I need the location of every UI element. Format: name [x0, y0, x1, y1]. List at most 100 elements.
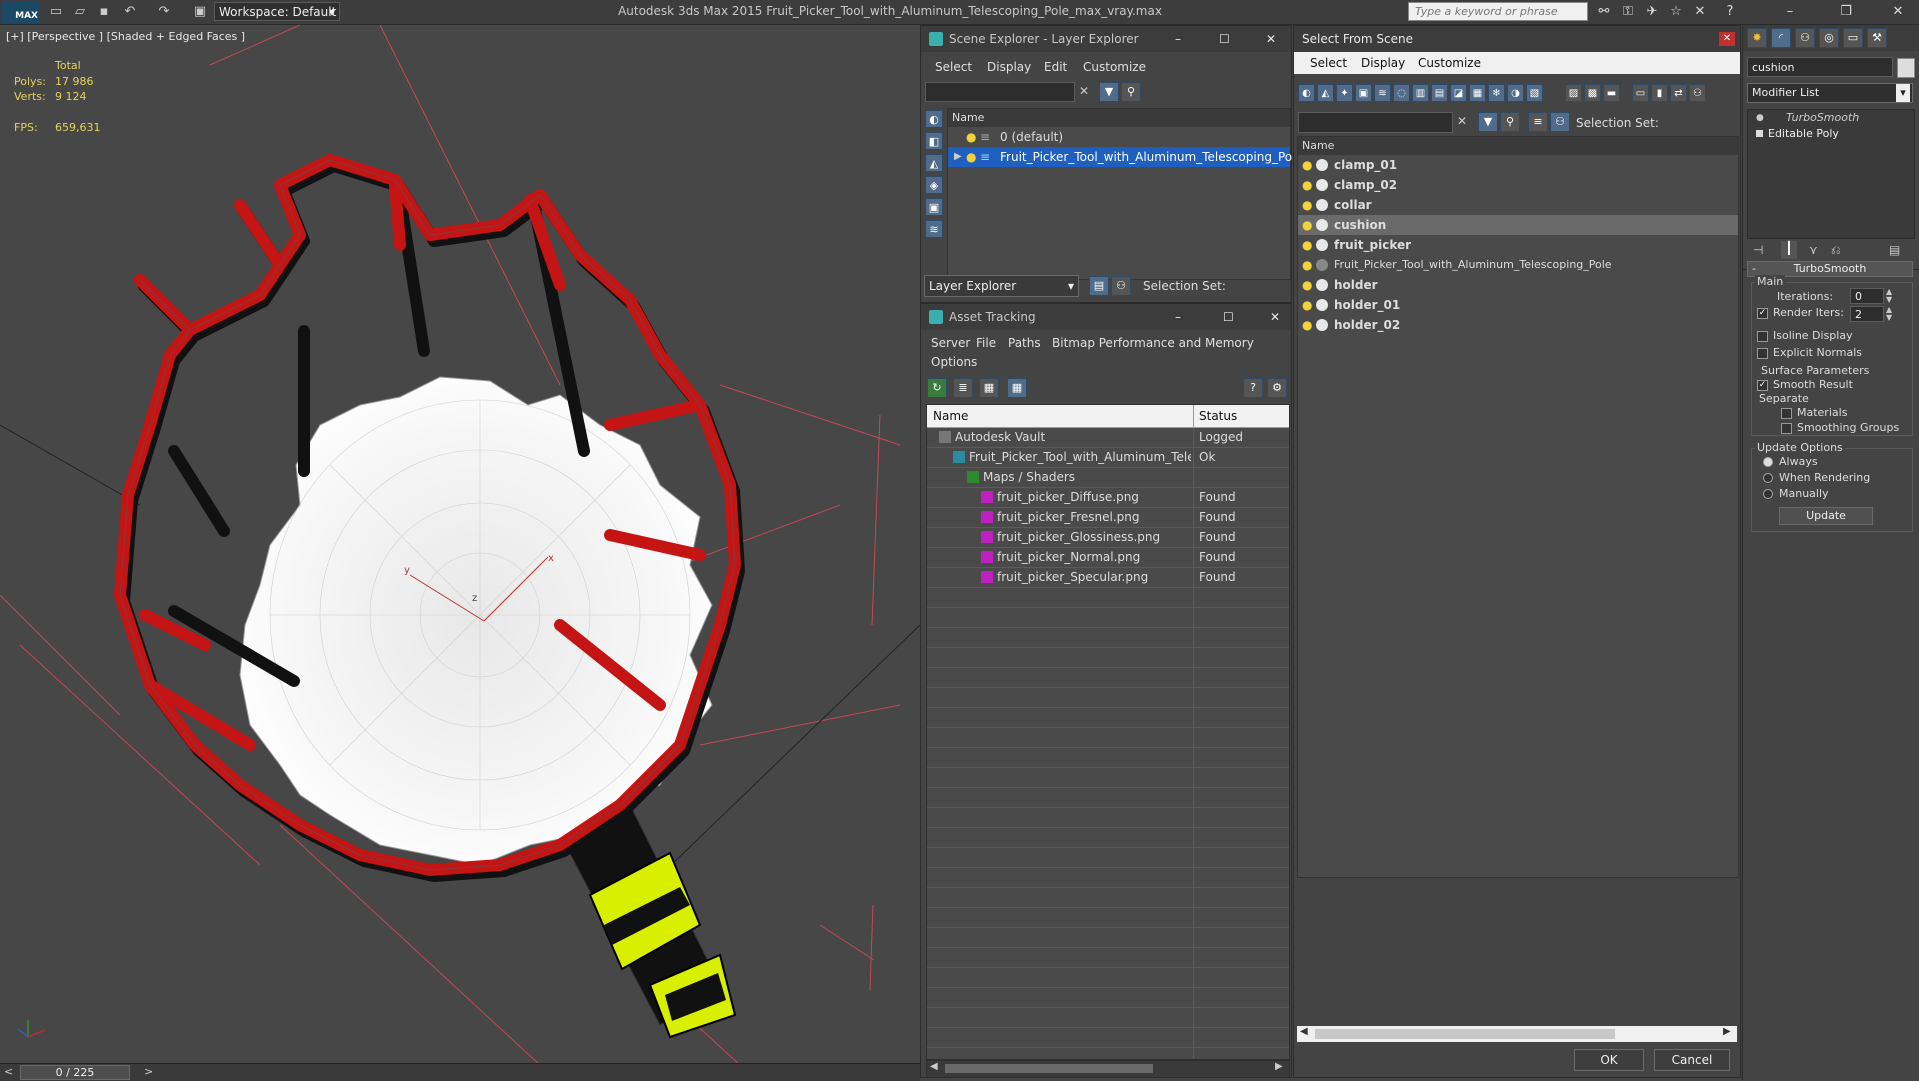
object-row[interactable]: ● collar	[1298, 195, 1738, 215]
help-icon[interactable]: ?	[1720, 3, 1740, 21]
explicit-normals-checkbox[interactable]	[1757, 348, 1768, 359]
menu-customize[interactable]: Customize	[1418, 56, 1481, 70]
menu-paths[interactable]: Paths	[1008, 336, 1041, 350]
light-bulb-icon[interactable]: ●	[1302, 315, 1312, 335]
minimize-icon[interactable]: –	[1780, 3, 1800, 21]
exchange-icon[interactable]: ✈	[1642, 3, 1662, 21]
ok-button[interactable]: OK	[1574, 1049, 1644, 1071]
scroll-right-icon[interactable]: ▶	[1275, 1061, 1283, 1072]
minimize-icon[interactable]: –	[1175, 26, 1181, 52]
display-bones-icon[interactable]: ◪	[1450, 84, 1467, 102]
menu-select[interactable]: Select	[1310, 56, 1347, 70]
time-slider-thumb[interactable]: 0 / 225	[20, 1065, 130, 1080]
object-row[interactable]: ● holder_01	[1298, 295, 1738, 315]
display-xrefs-icon[interactable]: ▤	[1431, 84, 1448, 102]
close-icon[interactable]: ✕	[1270, 304, 1280, 330]
always-radio[interactable]	[1763, 457, 1773, 467]
asset-tracking-titlebar[interactable]: Asset Tracking – ☐ ✕	[921, 304, 1291, 330]
light-bulb-icon[interactable]: ●	[1302, 295, 1312, 315]
select-invert-icon[interactable]: ▮	[1651, 84, 1668, 102]
iterations-spinner[interactable]	[1850, 288, 1884, 304]
scene-explorer-titlebar[interactable]: Scene Explorer - Layer Explorer – ☐ ✕	[921, 26, 1291, 52]
perspective-viewport[interactable]: y x z [+] [Perspective] [Shaded + Edged…	[0, 25, 920, 1065]
asset-row[interactable]: fruit_picker_Normal.png Found	[927, 548, 1289, 568]
display-hidden-icon[interactable]: ◑	[1507, 84, 1524, 102]
hierarchy-icon[interactable]: ⚇	[1111, 276, 1131, 296]
display-lights-icon[interactable]: ◈	[925, 176, 943, 194]
light-bulb-icon[interactable]: ●	[966, 147, 976, 167]
open-file-icon[interactable]: ▱	[72, 4, 88, 19]
pin-stack-icon[interactable]: ⊣	[1753, 243, 1763, 257]
display-space-warps-icon[interactable]: ◌	[1393, 84, 1410, 102]
configure-sets-icon[interactable]: ▤	[1889, 243, 1900, 257]
modifier-list-dropdown[interactable]: Modifier List ▾	[1747, 83, 1913, 103]
object-row[interactable]: ● Fruit_Picker_Tool_with_Aluminum_Telesco…	[1298, 255, 1738, 275]
refresh-icon[interactable]: ↻	[927, 378, 947, 398]
maximize-icon[interactable]: ☐	[1219, 26, 1230, 52]
find-icon[interactable]: ⚲	[1500, 112, 1520, 132]
horizontal-scrollbar[interactable]: ◀ ▶	[1297, 1026, 1737, 1042]
layers-icon[interactable]: ≡	[1528, 112, 1548, 132]
filter-icon[interactable]: ▼	[1478, 112, 1498, 132]
maximize-icon[interactable]: ❐	[1836, 3, 1856, 21]
object-row[interactable]: ● holder	[1298, 275, 1738, 295]
menu-bitmap-performance[interactable]: Bitmap Performance and Memory	[1052, 336, 1254, 350]
layer-row-fruit-picker[interactable]: ▶ ● ≡ Fruit_Picker_Tool_with_Aluminum_Te…	[948, 147, 1303, 167]
undo-icon[interactable]: ↶	[122, 4, 138, 19]
scrollbar-thumb[interactable]	[1315, 1029, 1615, 1039]
display-all-icon[interactable]: ▧	[1526, 84, 1543, 102]
help-icon[interactable]: ?	[1243, 378, 1263, 398]
redo-icon[interactable]: ↷	[156, 4, 172, 19]
project-folder-icon[interactable]: ▣	[192, 4, 208, 19]
key-icon[interactable]: ⚿	[1618, 3, 1638, 21]
settings-icon[interactable]: ⚙	[1267, 378, 1287, 398]
light-bulb-icon[interactable]: ●	[966, 127, 976, 147]
menu-customize[interactable]: Customize	[1083, 60, 1146, 74]
save-icon[interactable]: ▪	[96, 4, 112, 19]
modify-tab-icon[interactable]: ◜	[1771, 28, 1791, 48]
star-icon[interactable]: ☆	[1666, 3, 1686, 21]
light-bulb-icon[interactable]: ●	[1756, 110, 1764, 126]
asset-row[interactable]: fruit_picker_Specular.png Found	[927, 568, 1289, 588]
explorer-type-dropdown[interactable]: Layer Explorer ▾	[924, 275, 1079, 297]
column-header-name[interactable]: Name	[948, 109, 1290, 127]
scroll-left-icon[interactable]: ◀	[1300, 1026, 1308, 1037]
invert-display-icon[interactable]: ▩	[1584, 84, 1601, 102]
workspace-dropdown[interactable]: Workspace: Default ▾	[214, 2, 340, 21]
menu-options[interactable]: Options	[931, 355, 977, 369]
asset-row[interactable]: Fruit_Picker_Tool_with_Aluminum_Telescop…	[927, 448, 1289, 468]
close-icon[interactable]: ✕	[1266, 26, 1276, 52]
make-unique-icon[interactable]: ⋎	[1809, 243, 1818, 257]
viewport-label[interactable]: [+] [Perspective ] [Shaded + Edged Faces…	[6, 30, 245, 43]
horizontal-scrollbar[interactable]: ◀ ▶	[926, 1060, 1290, 1078]
menu-display[interactable]: Display	[1361, 56, 1405, 70]
next-frame-icon[interactable]: >	[144, 1065, 153, 1078]
select-scene-search[interactable]	[1298, 112, 1453, 133]
display-shapes-icon[interactable]: ◭	[1317, 84, 1334, 102]
motion-tab-icon[interactable]: ◎	[1819, 28, 1839, 48]
display-shapes-icon[interactable]: ◭	[925, 154, 943, 172]
light-bulb-icon[interactable]: ●	[1302, 215, 1312, 235]
search-input[interactable]: Type a keyword or phrase	[1408, 2, 1588, 21]
menu-edit[interactable]: Edit	[1044, 60, 1067, 74]
app-logo-icon[interactable]: MAX	[2, 1, 40, 23]
smoothing-groups-checkbox[interactable]	[1781, 423, 1792, 434]
asset-row[interactable]: Autodesk Vault Logged	[927, 428, 1289, 448]
table-view-icon[interactable]: ▦	[1007, 378, 1027, 398]
cancel-button[interactable]: Cancel	[1654, 1049, 1730, 1071]
smooth-result-checkbox[interactable]: ✓	[1757, 380, 1768, 391]
find-icon[interactable]: ⚲	[1121, 82, 1141, 102]
select-all-icon[interactable]: ▬	[1603, 84, 1620, 102]
time-slider[interactable]: < 0 / 225 >	[0, 1063, 920, 1081]
minimize-icon[interactable]: –	[1175, 304, 1181, 330]
display-lights-icon[interactable]: ✦	[1336, 84, 1353, 102]
display-helpers-icon[interactable]: ≋	[925, 220, 943, 238]
display-frozen-icon[interactable]: ❄	[1488, 84, 1505, 102]
close-icon[interactable]: ✕	[1719, 32, 1735, 46]
update-button[interactable]: Update	[1779, 507, 1873, 525]
scroll-left-icon[interactable]: ◀	[930, 1061, 938, 1072]
object-row[interactable]: ● fruit_picker	[1298, 235, 1738, 255]
select-dependents-icon[interactable]: ⚇	[1689, 84, 1706, 102]
utilities-tab-icon[interactable]: ⚒	[1867, 28, 1887, 48]
render-iters-spinner[interactable]	[1850, 306, 1884, 322]
